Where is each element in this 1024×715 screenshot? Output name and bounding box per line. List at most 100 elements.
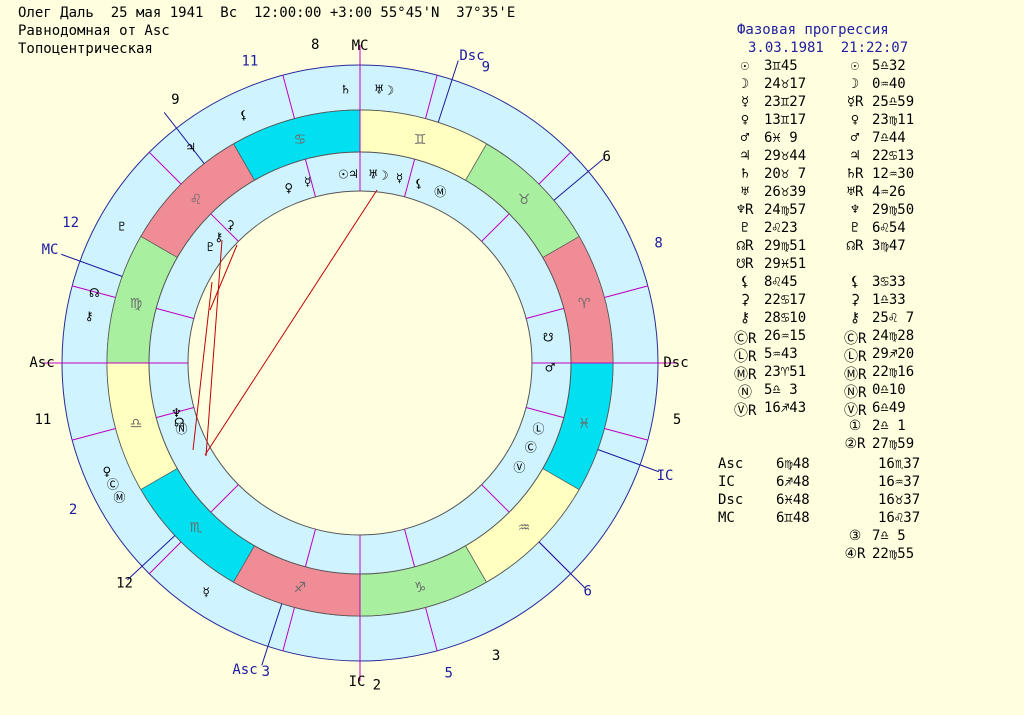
natal-planet-symbol: ☉ [740, 58, 750, 74]
natal-planet-symbol: ⚸ [739, 274, 751, 290]
progressed-planet-glyph: ♇ [116, 220, 127, 234]
angle-label: IC [657, 468, 674, 484]
angle-label: MC [718, 510, 735, 526]
progressed-planet-symbol: ⚷ [849, 310, 861, 326]
extra-point-symbol: ④R [844, 546, 866, 562]
progressed-planet-symbol: ♃ [850, 148, 860, 164]
zodiac-sign-glyph: ♊ [414, 132, 427, 148]
natal-planet-symbol: Ⓝ [738, 385, 752, 401]
progressed-planet-position: 29♍50 [872, 202, 915, 218]
panel-title: Фазовая прогрессия [737, 22, 889, 38]
progressed-planet-position: 6♎49 [872, 400, 906, 416]
natal-planet-position: 24♍57 [764, 202, 807, 218]
zodiac-sign-glyph: ♒ [518, 520, 531, 536]
house-number-label: 8 [654, 235, 662, 251]
progressed-angle-position: 16♒37 [878, 474, 921, 490]
progression-panel: Фазовая прогрессия 3.03.1981 21:22:07 ☉ 3… [712, 22, 1024, 622]
angle-label: Dsc [459, 48, 484, 64]
planet-glyph: ☿ [396, 171, 403, 185]
natal-planet-position: 5♒43 [764, 346, 798, 362]
progressed-planet-position: 29♐20 [872, 346, 915, 362]
angle-label: Dsc [663, 355, 688, 371]
house-number-label: 3 [492, 648, 500, 664]
angle-label: Asc [718, 456, 744, 472]
house-number-label: 9 [171, 92, 179, 108]
progressed-planet-position: 3♍47 [872, 238, 906, 254]
planet-glyph: ♃ [348, 167, 359, 181]
natal-planet-position: 13♊17 [764, 112, 807, 128]
natal-planet-position: 24♉17 [764, 76, 807, 92]
progressed-planet-position: 24♍28 [872, 328, 915, 344]
progressed-planet-glyph: ☽ [383, 84, 394, 98]
planet-glyph: ♂ [545, 360, 556, 374]
progressed-planet-symbol: ②R [844, 436, 866, 452]
chart-center [187, 190, 533, 536]
panel-date: 3.03.1981 21:22:07 [748, 40, 909, 56]
progressed-planet-symbol: ⓋR [844, 403, 867, 419]
progressed-planet-symbol: ♂ [850, 130, 860, 146]
natal-planet-symbol: ♃ [740, 148, 750, 164]
progressed-planet-position: 6♌54 [872, 220, 906, 236]
extra-point-position: 7♎ 5 [872, 528, 906, 544]
natal-planet-symbol: ⓂR [734, 367, 757, 383]
progressed-planet-glyph: Ⓒ [107, 478, 119, 492]
natal-planet-position: 16♐43 [764, 400, 807, 416]
natal-angle-position: 6♍48 [776, 456, 810, 472]
natal-planet-symbol: ♄ [740, 166, 750, 182]
planet-glyph: ☽ [378, 168, 389, 182]
natal-planet-symbol: ⓁR [734, 349, 757, 365]
house-number-label: 11 [34, 412, 51, 428]
progressed-planet-position: 27♍59 [872, 436, 915, 452]
house-number-label: 8 [311, 37, 319, 53]
natal-angle-position: 6♊48 [776, 510, 810, 526]
progressed-planet-position: 3♋33 [872, 274, 906, 290]
natal-planet-position: 29♉44 [764, 148, 807, 164]
angle-label: Asc [29, 355, 54, 371]
progressed-planet-symbol: ☉ [850, 58, 860, 74]
zodiac-sign-glyph: ♏ [190, 520, 203, 536]
progressed-planet-symbol: ♆ [850, 202, 860, 218]
progressed-planet-glyph: ♄ [340, 82, 351, 96]
progressed-planet-position: 7♎44 [872, 130, 906, 146]
progressed-planet-glyph: ♃ [185, 140, 196, 154]
planet-glyph: Ⓒ [525, 440, 537, 454]
planet-glyph: ☋ [543, 331, 554, 345]
natal-planet-position: 2♌23 [764, 220, 798, 236]
zodiac-sign-glyph: ♌ [190, 192, 203, 208]
progressed-angle-position: 16♉37 [878, 492, 921, 508]
progressed-planet-symbol: ⓂR [844, 367, 867, 383]
natal-planet-symbol: ☋R [736, 256, 754, 272]
progressed-planet-position: 0♎10 [872, 382, 906, 398]
zodiac-sign-glyph: ♑ [414, 580, 427, 596]
progressed-planet-position: 25♎59 [872, 94, 915, 110]
progressed-planet-symbol: ♅R [846, 184, 864, 200]
natal-planet-symbol: ☽ [740, 76, 750, 92]
progressed-planet-glyph: ☿ [203, 585, 210, 599]
progressed-planet-symbol: ☊R [846, 238, 864, 254]
progressed-planet-glyph: ⚸ [239, 108, 248, 122]
house-number-label: 11 [241, 53, 258, 69]
progressed-planet-symbol: ⚳ [849, 292, 861, 308]
natal-planet-symbol: ⚳ [739, 292, 751, 308]
progressed-planet-symbol: ♀ [850, 112, 860, 128]
progressed-planet-glyph: ⚷ [85, 309, 94, 323]
extra-point-symbol: ③ [848, 528, 862, 544]
zodiac-sign-glyph: ♓ [578, 416, 591, 432]
extra-point-position: 22♍55 [872, 546, 915, 562]
progressed-planet-symbol: ⚸ [849, 274, 861, 290]
natal-planet-position: 8♌45 [764, 274, 798, 290]
natal-planet-symbol: ♂ [740, 130, 750, 146]
planet-glyph: ♀ [284, 181, 293, 195]
zodiac-sign-glyph: ♈ [578, 296, 591, 312]
zodiac-sign-glyph: ♉ [518, 192, 531, 208]
natal-planet-symbol: ☊R [736, 238, 754, 254]
progressed-planet-position: 2♎ 1 [872, 418, 906, 434]
progressed-planet-position: 22♋13 [872, 148, 915, 164]
natal-planet-symbol: ♀ [740, 112, 750, 128]
natal-planet-position: 3♊45 [764, 58, 798, 74]
house-number-label: 2 [373, 678, 381, 694]
progressed-planet-position: 5♎32 [872, 58, 906, 74]
natal-chart-wheel: ♈♉♊♋♌♍♎♏♐ ♑♒♓89685635231221112911MCDscICA… [29, 37, 688, 694]
natal-planet-position: 23♈51 [764, 364, 807, 380]
natal-planet-position: 26♒15 [764, 328, 807, 344]
